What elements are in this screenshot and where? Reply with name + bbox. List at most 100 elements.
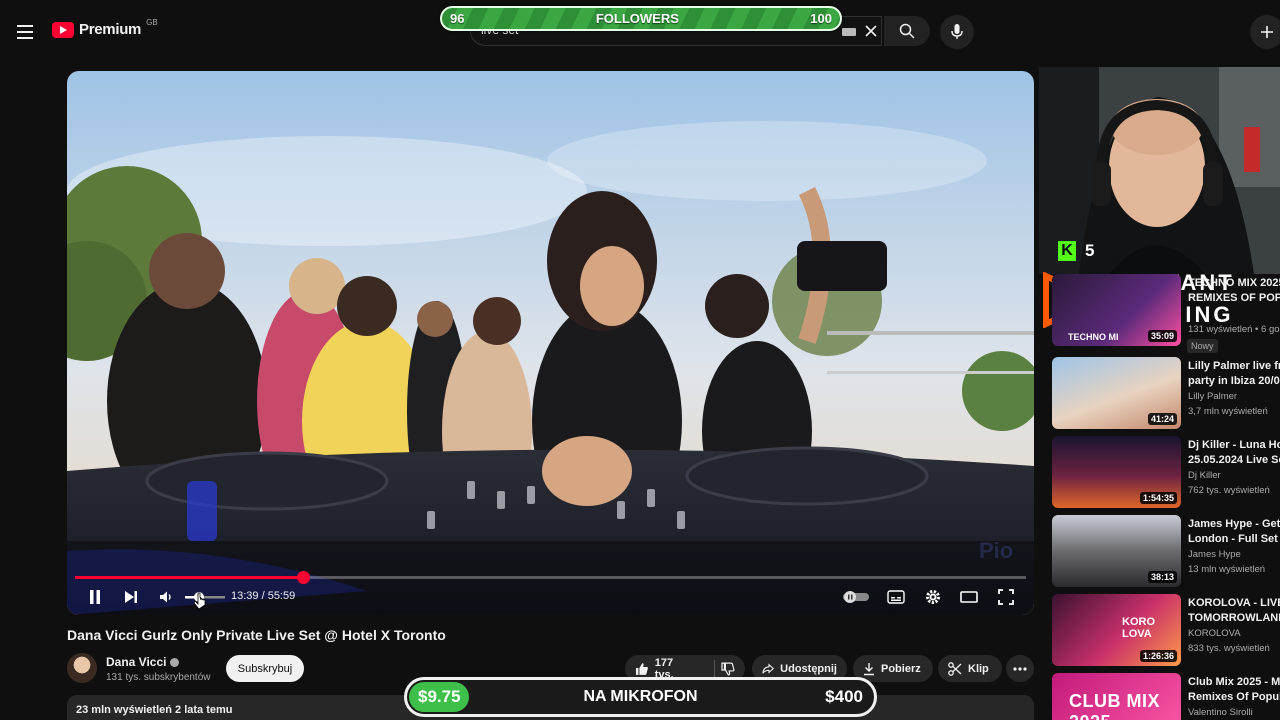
mikrofon-label: NA MIKROFON [583,688,698,705]
next-icon [125,591,137,603]
settings-button[interactable] [920,585,946,609]
video-meta: 3,7 mln wyświetleń [1188,406,1268,417]
scissors-icon [948,661,962,676]
video-meta: 131 wyświetleń • 6 godz. [1188,324,1280,335]
video-thumbnail[interactable]: 1:54:35 [1052,436,1181,508]
verified-icon [170,658,180,668]
video-title-line2[interactable]: TOMORROWLAND, [1188,611,1280,626]
theater-mode-button[interactable] [956,585,982,609]
video-thumbnail[interactable]: TECHNO MI 35:09 [1052,274,1181,346]
pause-button[interactable] [83,585,107,609]
fullscreen-icon [998,589,1014,605]
youtube-logo-icon [52,21,74,38]
pause-icon [90,590,100,604]
more-actions-button[interactable] [1006,655,1034,682]
avatar[interactable] [67,653,97,683]
autoplay-toggle[interactable] [841,585,871,609]
video-title-line2[interactable]: 25.05.2024 Live Set [1188,453,1280,468]
followers-label: FOLLOWERS [595,11,679,26]
video-title[interactable]: Club Mix 2025 - Ma [1188,675,1280,690]
video-duration: 38:13 [1147,571,1177,583]
progress-fill [75,576,304,579]
settings-gear-icon [926,590,940,604]
keyboard-icon[interactable] [842,28,856,36]
mouse-cursor-icon [194,592,206,610]
sidebar-video-item[interactable]: 41:24 Lilly Palmer live from party in Ib… [1052,357,1280,431]
sidebar-video-item[interactable]: 1:54:35 Dj Killer - Luna Hola 25.05.2024… [1052,436,1280,510]
thumbnail-text: KORO LOVA [1122,616,1155,640]
progress-bar[interactable] [75,571,1026,584]
video-title-line2[interactable]: Remixes Of Popular [1188,690,1280,705]
video-title[interactable]: KOROLOVA - LIVE @ [1188,596,1280,611]
video-thumbnail[interactable]: CLUB MIX 2025 [1052,673,1181,720]
sidebar-video-item[interactable]: KORO LOVA 1:26:36 KOROLOVA - LIVE @ TOMO… [1052,594,1280,668]
next-button[interactable] [119,585,143,609]
close-icon[interactable] [863,23,879,39]
video-meta: 13 mln wyświetleń [1188,564,1266,575]
video-thumbnail[interactable]: KORO LOVA 1:26:36 [1052,594,1181,666]
time-display: 13:39 / 55:59 [231,590,296,602]
clip-label: Klip [968,662,989,675]
create-button[interactable] [1250,15,1280,49]
kick-logo-icon: K [1058,241,1076,261]
video-thumbnail[interactable]: 41:24 [1052,357,1181,429]
kick-count: 5 [1085,241,1095,260]
video-duration: 35:09 [1147,330,1177,342]
kick-viewer-count: K 5 [1058,241,1094,261]
video-title[interactable]: James Hype - Get Co [1188,517,1280,532]
followers-target: 100 [810,11,832,26]
mic-icon [951,24,963,39]
video-meta: 833 tys. wyświetleń [1188,643,1270,654]
views-and-date: 23 mln wyświetleń 2 lata temu [76,704,233,716]
video-title[interactable]: TECHNO MIX 2025 [1188,276,1280,291]
video-meta: 762 tys. wyświetleń [1188,485,1270,496]
channel-name[interactable]: Dana Vicci [106,655,180,669]
channel-name-text[interactable]: Dana Vicci [106,655,166,669]
channel-name[interactable]: Lilly Palmer [1188,391,1237,402]
video-title[interactable]: Dj Killer - Luna Hola [1188,438,1280,453]
thumbnail-text: TECHNO MI [1068,332,1119,342]
subtitles-icon [887,590,905,604]
video-duration: 1:26:36 [1139,650,1177,662]
logo-text: Premium [79,21,142,38]
youtube-logo[interactable]: Premium GB [52,18,158,38]
more-horizontal-icon [1013,666,1027,671]
channel-name[interactable]: Valentino Sirolli [1188,707,1253,718]
sidebar-video-item[interactable]: CLUB MIX 2025 Club Mix 2025 - Ma Remixes… [1052,673,1280,720]
search-button[interactable] [884,16,930,46]
video-title-line2[interactable]: party in Ibiza 20/08 [1188,374,1280,389]
search-icon [899,23,915,39]
video-thumbnail[interactable]: 38:13 [1052,515,1181,587]
menu-icon[interactable] [10,17,40,47]
video-title: Dana Vicci Gurlz Only Private Live Set @… [67,627,446,643]
mikrofon-goal-bar: $9.75 NA MIKROFON $400 [404,677,877,717]
followers-goal-bar: 96 FOLLOWERS 100 [440,6,842,31]
subtitles-button[interactable] [883,585,909,609]
subscriber-count: 131 tys. subskrybentów [106,672,211,683]
followers-current: 96 [450,11,465,26]
share-label: Udostępnij [780,662,837,675]
video-title[interactable]: Lilly Palmer live from [1188,359,1280,374]
clip-button[interactable]: Klip [938,655,1002,682]
channel-name[interactable]: James Hype [1188,549,1241,560]
voice-search-button[interactable] [940,15,974,49]
video-player[interactable]: Pio 13:39 / 55:59 [67,71,1034,615]
video-title-line2[interactable]: REMIXES OF POPULAR [1188,291,1280,306]
plus-icon [1261,26,1273,38]
channel-name[interactable]: KOROLOVA [1188,628,1241,639]
video-duration: 1:54:35 [1139,492,1177,504]
fullscreen-button[interactable] [993,585,1019,609]
like-icon[interactable] [635,662,649,676]
sidebar-video-item[interactable]: TECHNO MI 35:09 TECHNO MIX 2025 REMIXES … [1052,274,1280,348]
logo-region: GB [146,18,158,27]
sidebar-video-item[interactable]: 38:13 James Hype - Get Co London - Full … [1052,515,1280,589]
mikrofon-target: $400 [825,687,863,706]
mute-button[interactable] [154,585,178,609]
video-title-line2[interactable]: London - Full Set [1188,532,1280,547]
video-duration: 41:24 [1147,413,1177,425]
autoplay-toggle-icon [843,591,869,603]
channel-name[interactable]: Dj Killer [1188,470,1221,481]
subscribe-button[interactable]: Subskrybuj [226,655,304,682]
dislike-icon[interactable] [721,662,735,676]
new-badge: Nowy [1187,339,1218,353]
